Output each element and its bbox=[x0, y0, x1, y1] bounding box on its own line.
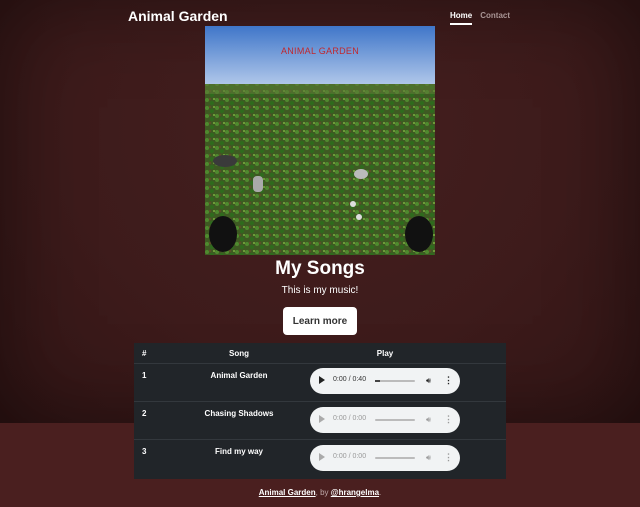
song-title: Find my way bbox=[214, 447, 263, 456]
play-icon[interactable] bbox=[319, 376, 325, 384]
song-number: 1 bbox=[142, 371, 147, 380]
footer-author-link[interactable]: @hrangelma bbox=[331, 488, 379, 497]
page-heading: My Songs bbox=[275, 258, 365, 279]
audio-player[interactable]: 0:00 / 0:40 🔊︎ ⋮ bbox=[310, 368, 460, 394]
player-time: 0:00 / 0:00 bbox=[333, 453, 367, 460]
table-row: 2 Chasing Shadows 0:00 / 0:00 🔊︎ ⋮ bbox=[134, 401, 506, 440]
footer-end: . bbox=[379, 488, 382, 497]
player-time: 0:00 / 0:00 bbox=[333, 415, 367, 422]
song-title: Chasing Shadows bbox=[204, 409, 274, 418]
more-options-icon[interactable]: ⋮ bbox=[444, 414, 453, 425]
song-number: 3 bbox=[142, 447, 147, 456]
footer-separator: , by bbox=[315, 488, 331, 497]
table-header-row: # Song Play bbox=[134, 343, 506, 363]
song-title: Animal Garden bbox=[210, 371, 268, 380]
player-time: 0:00 / 0:40 bbox=[333, 376, 367, 383]
brand-title[interactable]: Animal Garden bbox=[128, 8, 228, 24]
more-options-icon[interactable]: ⋮ bbox=[444, 375, 453, 386]
learn-more-button[interactable]: Learn more bbox=[283, 307, 357, 335]
seek-progress bbox=[375, 380, 380, 382]
footer-project-link[interactable]: Animal Garden bbox=[259, 488, 316, 497]
song-number: 2 bbox=[142, 409, 147, 418]
header-number: # bbox=[142, 349, 147, 358]
audio-player[interactable]: 0:00 / 0:00 🔊︎ ⋮ bbox=[310, 445, 460, 471]
seek-slider[interactable] bbox=[375, 380, 415, 382]
table-row: 1 Animal Garden 0:00 / 0:40 🔊︎ ⋮ bbox=[134, 363, 506, 402]
album-cover-image: ANIMAL GARDEN bbox=[205, 26, 435, 255]
page-footer: Animal Garden, by @hrangelma. bbox=[0, 488, 640, 497]
page-lead-text: This is my music! bbox=[281, 285, 359, 296]
header-song: Song bbox=[229, 349, 249, 358]
play-icon[interactable] bbox=[319, 453, 325, 461]
audio-player[interactable]: 0:00 / 0:00 🔊︎ ⋮ bbox=[310, 407, 460, 433]
volume-icon[interactable]: 🔊︎ bbox=[426, 415, 431, 425]
volume-icon[interactable]: 🔊︎ bbox=[426, 453, 431, 463]
nav-home-link[interactable]: Home bbox=[450, 11, 473, 25]
songs-table: # Song Play 1 Animal Garden 0:00 / 0:40 … bbox=[134, 343, 506, 479]
header-play: Play bbox=[376, 349, 394, 358]
more-options-icon[interactable]: ⋮ bbox=[444, 452, 453, 463]
seek-slider[interactable] bbox=[375, 457, 415, 459]
table-row: 3 Find my way 0:00 / 0:00 🔊︎ ⋮ bbox=[134, 439, 506, 480]
seek-slider[interactable] bbox=[375, 419, 415, 421]
volume-icon[interactable]: 🔊︎ bbox=[426, 376, 431, 386]
play-icon[interactable] bbox=[319, 415, 325, 423]
main-nav: Home Contact bbox=[450, 11, 510, 25]
cover-title-text: ANIMAL GARDEN bbox=[280, 46, 360, 56]
nav-contact-link[interactable]: Contact bbox=[480, 11, 510, 25]
